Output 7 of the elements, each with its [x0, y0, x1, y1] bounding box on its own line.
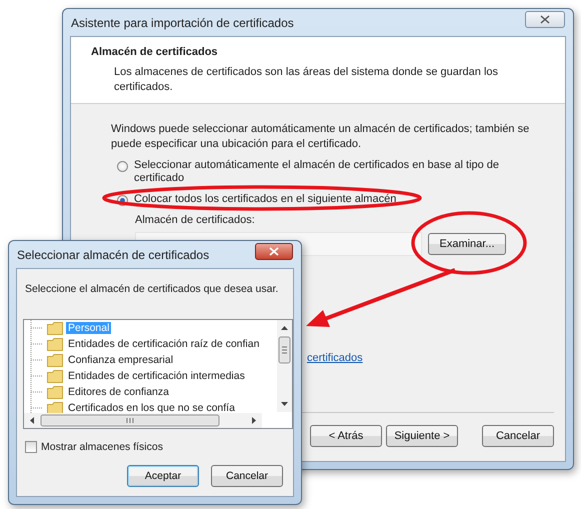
section-description: Los almacenes de certificados son las áreas del sistema donde se guardan los certificados. — [113, 65, 500, 95]
dialog-prompt: Seleccione el almacén de certificados que desea usar. — [25, 283, 280, 295]
store-label: Almacén de certificados: — [135, 214, 256, 226]
intro-text: Windows puede seleccionar automáticamente un almacén de certificados; también se puede especificar una ubicación para el certificado. — [111, 122, 530, 152]
dialog-title: Seleccionar almacén de certificados — [17, 248, 210, 262]
section-title: Almacén de certificados — [91, 46, 219, 58]
window-title: Asistente para importación de certificados — [71, 16, 294, 30]
